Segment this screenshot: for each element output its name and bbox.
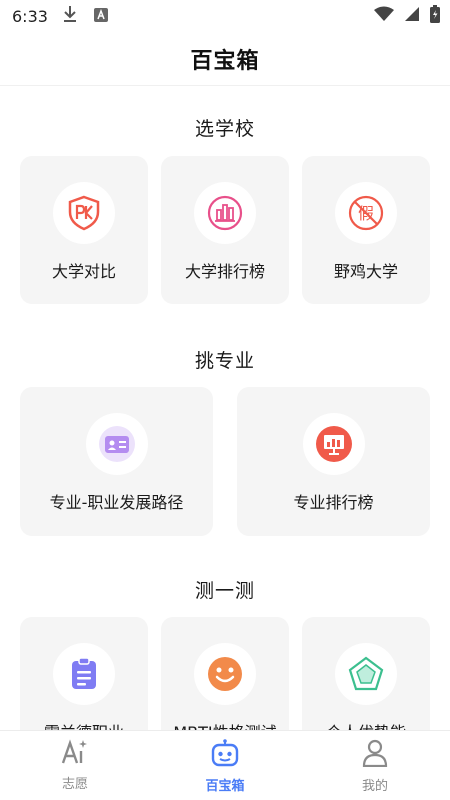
- status-time: 6:33: [12, 6, 48, 26]
- download-icon: [62, 5, 78, 27]
- card-major-ranking[interactable]: 专业排行榜: [237, 387, 430, 536]
- user-icon: [362, 739, 388, 771]
- fake-forbidden-icon: 假: [335, 182, 397, 244]
- section-title-major: 挑专业: [194, 350, 255, 372]
- pentagon-radar-icon: [335, 643, 397, 705]
- page-title: 百宝箱: [190, 48, 260, 74]
- card-mbti-test[interactable]: MBTI性格测试: [161, 617, 289, 730]
- card-university-compare[interactable]: 大学对比: [20, 156, 148, 304]
- card-holland-career[interactable]: 霍兰德职业: [20, 617, 148, 730]
- nav-item-volunteer[interactable]: 志愿: [0, 731, 150, 800]
- nav-label: 志愿: [61, 777, 88, 792]
- card-label: 专业-职业发展路径: [49, 493, 184, 512]
- presentation-chart-icon: [302, 413, 365, 475]
- id-card-icon: [85, 413, 148, 475]
- nav-item-profile[interactable]: 我的: [300, 731, 450, 800]
- ai-sparkle-icon: [61, 739, 89, 769]
- nav-label: 百宝箱: [205, 779, 245, 794]
- clipboard-icon: [53, 643, 115, 705]
- smiley-icon: [194, 643, 256, 705]
- app-header: 百宝箱: [0, 32, 450, 86]
- card-label: 野鸡大学: [333, 262, 398, 281]
- nav-item-toolbox[interactable]: 百宝箱: [150, 731, 300, 800]
- status-bar: 6:33: [0, 0, 450, 32]
- content-scroll[interactable]: 选学校 大学对比 大学排行榜 假 野鸡大学 挑专业 专业-职业发展路径 专业排行…: [0, 86, 450, 730]
- battery-icon: [430, 5, 440, 27]
- card-university-ranking[interactable]: 大学排行榜: [161, 156, 289, 304]
- svg-text:假: 假: [358, 204, 374, 223]
- card-personal-strength[interactable]: 个人优势能: [302, 617, 430, 730]
- card-label: 个人优势能: [326, 719, 406, 730]
- card-label: 专业排行榜: [293, 493, 374, 512]
- card-label: 大学对比: [51, 262, 116, 281]
- keyboard-a-icon: [93, 7, 108, 26]
- section-title-test: 测一测: [194, 580, 255, 602]
- bottom-nav: 志愿 百宝箱 我的: [0, 730, 450, 800]
- robot-box-icon: [210, 739, 240, 771]
- card-fake-university[interactable]: 假 野鸡大学: [302, 156, 430, 304]
- card-label: MBTI性格测试: [173, 719, 276, 730]
- card-label: 霍兰德职业: [44, 719, 124, 730]
- card-major-career-path[interactable]: 专业-职业发展路径: [20, 387, 213, 536]
- pk-shield-icon: [53, 182, 115, 244]
- card-label: 大学排行榜: [184, 262, 265, 281]
- nav-label: 我的: [361, 779, 388, 794]
- signal-icon: [404, 6, 420, 26]
- wifi-icon: [374, 6, 394, 26]
- section-title-school: 选学校: [194, 118, 255, 140]
- ranking-chart-icon: [194, 182, 256, 244]
